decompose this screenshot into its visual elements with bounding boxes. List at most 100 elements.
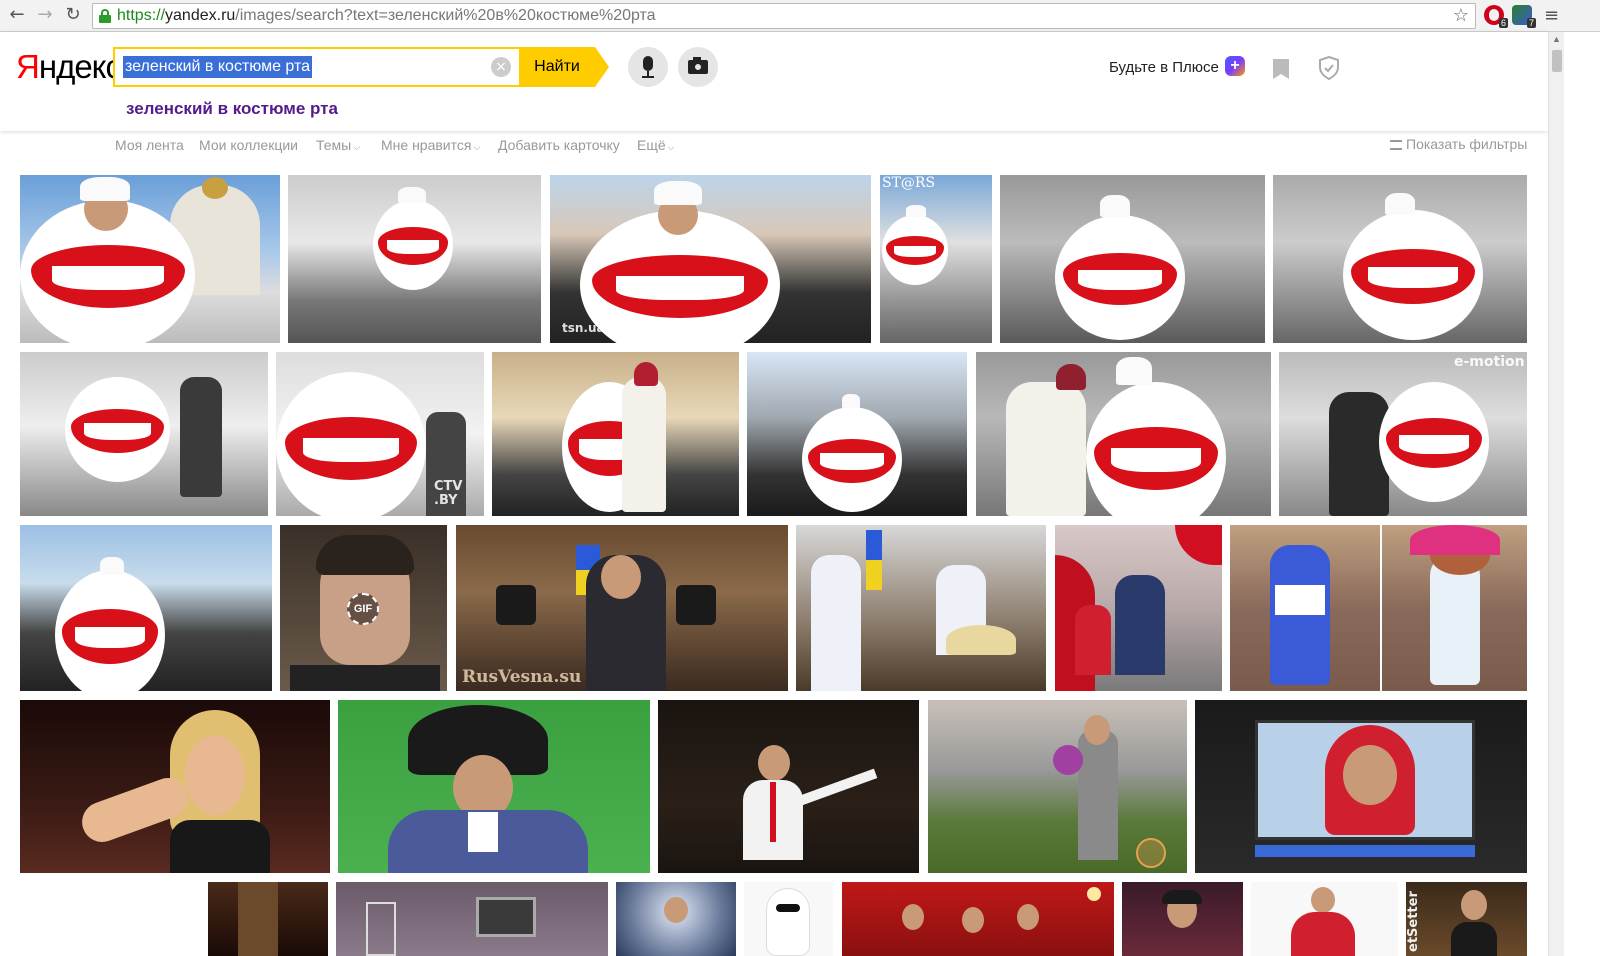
chef-hat	[842, 394, 860, 408]
image-result[interactable]	[208, 882, 328, 956]
image-result[interactable]	[288, 175, 541, 343]
chevron-down-icon: ⌵	[473, 143, 481, 153]
tab-themes-label: Темы	[316, 137, 352, 153]
red-hat	[1056, 364, 1086, 390]
yandex-logo[interactable]: Яндекс	[16, 48, 122, 86]
image-result[interactable]: ST@RS	[880, 175, 992, 343]
curtain	[238, 882, 278, 956]
chevron-down-icon: ⌵	[667, 143, 675, 153]
image-result[interactable]	[1230, 525, 1527, 691]
red-umbrella	[1175, 525, 1222, 565]
image-result[interactable]	[747, 352, 967, 516]
image-result[interactable]	[336, 882, 608, 956]
find-button-arrow[interactable]	[595, 47, 609, 87]
scroll-up-icon[interactable]: ▲	[1552, 34, 1561, 44]
face	[601, 555, 641, 599]
image-result[interactable]	[492, 352, 739, 516]
image-result[interactable]: e-motion	[1279, 352, 1527, 516]
image-result[interactable]	[1251, 882, 1398, 956]
scroll-thumb[interactable]	[1552, 50, 1562, 72]
camera-icon-lens	[693, 62, 703, 72]
suit-figure	[1115, 575, 1165, 675]
tab-themes[interactable]: Темы ⌵	[316, 137, 360, 153]
image-result[interactable]	[1273, 175, 1527, 343]
chair	[366, 902, 396, 956]
url-text[interactable]: https://yandex.ru/images/search?text=зел…	[117, 7, 656, 25]
image-result[interactable]: etSetter	[1406, 882, 1527, 956]
collage-divider	[1380, 525, 1382, 691]
collections-bookmark-icon[interactable]	[1273, 59, 1289, 79]
tab-add-card[interactable]: Добавить карточку	[498, 137, 620, 153]
image-result[interactable]	[744, 882, 833, 956]
image-result[interactable]	[616, 882, 736, 956]
face	[664, 897, 688, 923]
clear-icon[interactable]: ×	[491, 57, 511, 77]
search-input[interactable]: зеленский в костюме рта	[123, 56, 313, 78]
image-result[interactable]	[20, 175, 280, 343]
logo-rest: ндекс	[38, 48, 122, 85]
image-result[interactable]: RusVesna.su	[456, 525, 788, 691]
gif-badge: GIF	[347, 593, 379, 625]
tab-my-collections[interactable]: Мои коллекции	[199, 137, 298, 153]
extension-second-icon[interactable]: 7	[1512, 5, 1536, 28]
extension-adblock-icon[interactable]: 6	[1484, 5, 1508, 28]
white-shirt-figure	[811, 555, 861, 691]
umbrella	[1410, 525, 1500, 555]
image-result[interactable]	[928, 700, 1187, 873]
extension-badge: 7	[1526, 18, 1536, 28]
plus-icon[interactable]: +	[1225, 56, 1245, 76]
reload-icon[interactable]: ↻	[62, 4, 84, 26]
image-result[interactable]	[976, 352, 1271, 516]
filters-icon	[1390, 140, 1402, 151]
image-search-button[interactable]	[678, 47, 718, 87]
image-result[interactable]: CTV .BY	[276, 352, 484, 516]
address-bar[interactable]: https://yandex.ru/images/search?text=зел…	[92, 3, 1476, 29]
search-suggestion[interactable]: зеленский в костюме рта	[126, 99, 338, 119]
tab-more[interactable]: Ещё ⌵	[637, 137, 674, 153]
image-result[interactable]	[658, 700, 919, 873]
show-filters-button[interactable]: Показать фильтры	[1390, 136, 1527, 152]
arm	[798, 768, 878, 806]
image-result[interactable]	[1122, 882, 1243, 956]
image-result[interactable]: tsn.ua	[550, 175, 871, 343]
mouth-costume	[276, 372, 426, 516]
image-result[interactable]	[842, 882, 1114, 956]
forward-icon[interactable]: →	[34, 4, 56, 26]
police-figure	[180, 377, 222, 497]
tab-my-feed[interactable]: Моя лента	[115, 137, 184, 153]
bookmark-star-icon[interactable]: ☆	[1453, 5, 1469, 26]
tab-more-label: Ещё	[637, 137, 666, 153]
watermark-logo	[1136, 838, 1166, 868]
watermark-stars: ST@RS	[882, 175, 936, 191]
search-box[interactable]: зеленский в костюме рта ×	[113, 47, 521, 87]
page-scrollbar[interactable]: ▲	[1548, 32, 1564, 956]
watermark-emotion: e-motion	[1454, 354, 1525, 370]
shield-icon[interactable]	[1318, 56, 1340, 80]
image-result[interactable]	[1000, 175, 1265, 343]
gun-right	[676, 585, 716, 625]
chef-hat	[654, 181, 702, 205]
watermark-rusvesna: RusVesna.su	[462, 667, 582, 687]
image-result[interactable]	[20, 700, 330, 873]
tab-likes[interactable]: Мне нравится ⌵	[381, 137, 480, 153]
mascot-label	[1275, 585, 1325, 615]
voice-search-button[interactable]	[628, 47, 668, 87]
image-result[interactable]	[20, 352, 268, 516]
sunglasses	[776, 904, 800, 912]
image-result[interactable]	[1055, 525, 1222, 691]
image-result[interactable]	[1195, 700, 1527, 873]
image-result[interactable]	[338, 700, 650, 873]
red-dress-figure	[1075, 605, 1111, 675]
back-icon[interactable]: ←	[6, 4, 28, 26]
image-result[interactable]	[20, 525, 272, 691]
chevron-down-icon: ⌵	[353, 143, 361, 153]
find-button[interactable]: Найти	[519, 47, 595, 87]
browser-menu-icon[interactable]: ≡	[1544, 5, 1564, 26]
suit-figure	[1078, 730, 1118, 860]
plus-promo-link[interactable]: Будьте в Плюсе	[1109, 59, 1219, 76]
image-result[interactable]	[796, 525, 1046, 691]
face	[902, 904, 924, 930]
chef-hat	[906, 205, 926, 217]
stage-light	[1087, 887, 1101, 901]
image-result[interactable]: GIF	[280, 525, 447, 691]
